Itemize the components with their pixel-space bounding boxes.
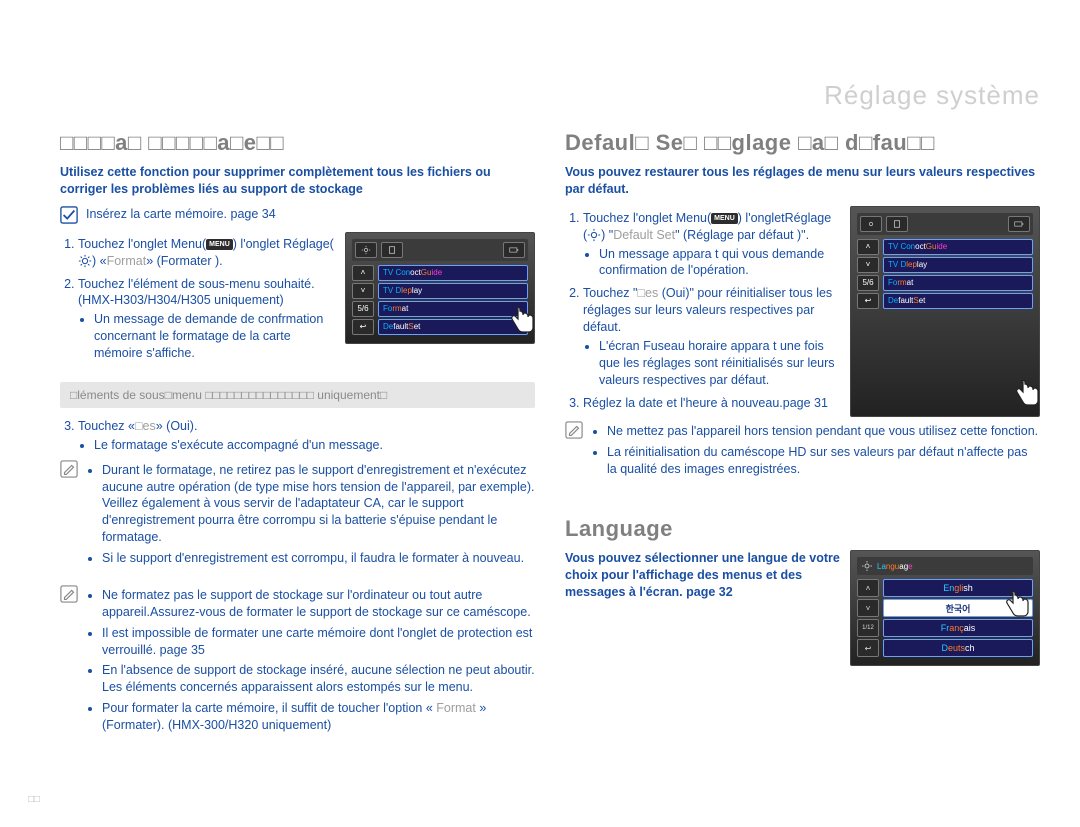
format-step-2: Touchez l'élément de sous-menu souhaité.… — [78, 276, 335, 362]
language-panel-title: Language — [857, 557, 1033, 575]
defaultset-step1-bullet: Un message appara t qui vous demande con… — [599, 246, 838, 280]
language-panel-screenshot: Language ˄English ˅한국어 1/12Français ↩Deu… — [850, 550, 1040, 666]
format-step-1: Touchez l'onglet Menu(MENU) l'onglet Rég… — [78, 236, 335, 270]
panel-page-indicator: 5/6 — [857, 275, 879, 291]
page: Réglage système □□□□a□ □□□□□a□e□□ Utilis… — [0, 0, 1080, 827]
panel-up-icon: ˄ — [857, 579, 879, 597]
two-columns: □□□□a□ □□□□□a□e□□ Utilisez cette fonctio… — [60, 120, 1040, 752]
panel-down-icon: ˅ — [352, 283, 374, 299]
defaultset-step-3: Réglez la date et l'heure à nouveau.page… — [583, 395, 838, 412]
panel-back-icon: ↩ — [857, 293, 879, 309]
panel-item-defaultset: Default Set — [883, 293, 1033, 309]
panel-up-icon: ˄ — [352, 265, 374, 281]
panel-gear-icon — [355, 242, 377, 258]
format-step-2-bullet: Un message de demande de confrmation con… — [94, 311, 335, 362]
gear-icon — [78, 254, 92, 268]
defaultset-warn-li2: La réinitialisation du caméscope HD sur … — [607, 444, 1040, 478]
panel-toolbar — [352, 239, 528, 261]
insert-card-note: Insérez la carte mémoire. page 34 — [60, 206, 535, 224]
defaultset-step-1: Touchez l'onglet Menu(MENU) l'ongletRégl… — [583, 210, 838, 280]
gear-icon — [587, 228, 601, 242]
language-heading: Language — [565, 516, 1040, 542]
panel-page-indicator: 5/6 — [352, 301, 374, 317]
panel-battery-icon — [503, 242, 525, 258]
panel-doc-icon — [381, 242, 403, 258]
gear-icon — [861, 560, 873, 572]
language-block: Language ˄English ˅한국어 1/12Français ↩Deu… — [565, 550, 1040, 672]
format-warning-2: Ne formatez pas le support de stockage s… — [60, 585, 535, 744]
pencil-icon — [60, 585, 78, 603]
format-steps: Touchez l'onglet Menu(MENU) l'onglet Rég… — [60, 236, 335, 362]
panel-down-icon: ˅ — [857, 257, 879, 273]
defaultset-heading: Defaul□ Se□ □□glage □a□ d□fau□□ — [565, 130, 1040, 156]
panel-item-tvdisplay: TV Dleplay — [378, 283, 528, 299]
section-title: Réglage système — [824, 80, 1040, 111]
defaultset-step-2: Touchez "□es (Oui)" pour réinitialiser t… — [583, 285, 838, 388]
format-warn1-li2: Si le support d'enregistrement est corro… — [102, 550, 535, 567]
format-steps-row: Touchez l'onglet Menu(MENU) l'onglet Rég… — [60, 232, 535, 368]
right-column: Defaul□ Se□ □□glage □a□ d□fau□□ Vous pou… — [565, 120, 1040, 752]
pencil-icon — [60, 460, 78, 478]
defaultset-step2-bullet: L'écran Fuseau horaire appara t une fois… — [599, 338, 838, 389]
defaultset-steps: Touchez l'onglet Menu(MENU) l'ongletRégl… — [565, 210, 838, 412]
panel-item-tvconnect: TV Conoct Guide — [883, 239, 1033, 255]
format-step-3: Touchez «□es» (Oui). Le formatage s'exéc… — [78, 418, 535, 454]
pencil-icon — [565, 421, 583, 439]
panel-doc-icon — [886, 216, 908, 232]
format-warn2-li1: Ne formatez pas le support de stockage s… — [102, 587, 535, 621]
defaultset-row: Touchez l'onglet Menu(MENU) l'ongletRégl… — [565, 206, 1040, 418]
panel-back-icon: ↩ — [352, 319, 374, 335]
panel-item-tvdisplay: TV Dleplay — [883, 257, 1033, 273]
touch-hand-icon — [504, 303, 540, 339]
format-warn2-li2: Il est impossible de formater une carte … — [102, 625, 535, 659]
format-steps-continued: Touchez «□es» (Oui). Le formatage s'exéc… — [60, 418, 535, 454]
format-warn1-li1: Durant le formatage, ne retirez pas le s… — [102, 462, 535, 546]
format-step-3-bullet: Le formatage s'exécute accompagné d'un m… — [94, 437, 535, 454]
defaultset-intro: Vous pouvez restaurer tous les réglages … — [565, 164, 1040, 198]
defaultset-warning: Ne mettez pas l'appareil hors tension pe… — [565, 421, 1040, 488]
language-item-deutsch: Deutsch — [883, 639, 1033, 657]
defaultset-panel-screenshot: ˄TV Conoct Guide ˅TV Dleplay 5/6Format ↩… — [850, 206, 1040, 418]
check-icon — [60, 206, 78, 224]
format-heading: □□□□a□ □□□□□a□e□□ — [60, 130, 535, 156]
panel-down-icon: ˅ — [857, 599, 879, 617]
panel-item-format: Format — [883, 275, 1033, 291]
insert-card-text: Insérez la carte mémoire. page 34 — [86, 206, 276, 223]
format-intro: Utilisez cette fonction pour supprimer c… — [60, 164, 535, 198]
format-warn2-li4: Pour formater la carte mémoire, il suffi… — [102, 700, 535, 734]
touch-hand-icon — [999, 587, 1035, 623]
settings-panel-screenshot: ˄TV Conoct Guide ˅TV Dleplay 5/6Format ↩… — [345, 232, 535, 344]
defaultset-warn-li1: Ne mettez pas l'appareil hors tension pe… — [607, 423, 1040, 440]
submenu-elements-bar: □léments de sous□menu □□□□□□□□□□□□□□□ un… — [60, 382, 535, 408]
panel-gear-icon — [860, 216, 882, 232]
format-warning-1: Durant le formatage, ne retirez pas le s… — [60, 460, 535, 577]
left-column: □□□□a□ □□□□□a□e□□ Utilisez cette fonctio… — [60, 120, 535, 752]
menu-icon: MENU — [711, 213, 738, 224]
panel-item-tvconnect: TV Conoct Guide — [378, 265, 528, 281]
panel-back-icon: ↩ — [857, 639, 879, 657]
panel-up-icon: ˄ — [857, 239, 879, 255]
page-number: □□ — [28, 794, 40, 805]
panel-battery-icon — [1008, 216, 1030, 232]
format-warn2-li3: En l'absence de support de stockage insé… — [102, 662, 535, 696]
touch-hand-icon — [1009, 376, 1045, 412]
menu-icon: MENU — [206, 239, 233, 250]
panel-page-indicator: 1/12 — [857, 619, 879, 637]
panel-toolbar — [857, 213, 1033, 235]
